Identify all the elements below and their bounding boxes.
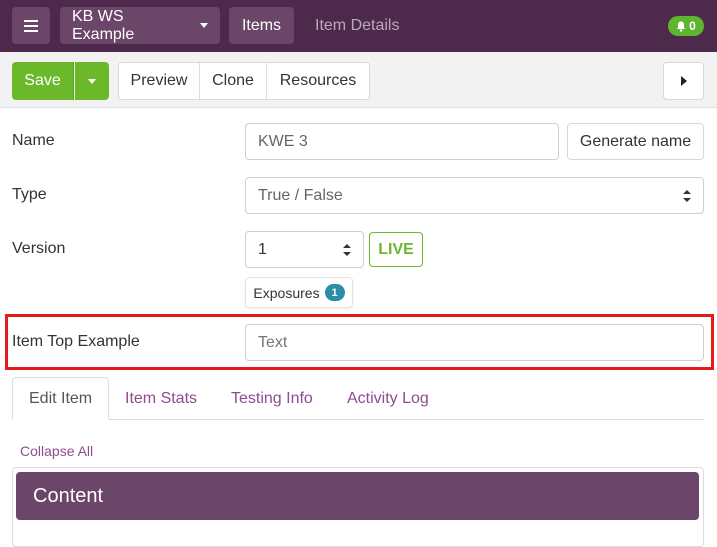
- generate-name-label: Generate name: [579, 132, 692, 150]
- items-nav-button[interactable]: Items: [229, 7, 294, 44]
- notification-count: 0: [689, 19, 696, 33]
- select-arrows-icon: [683, 189, 691, 202]
- exposures-count-badge: 1: [324, 284, 345, 301]
- name-value: KWE 3: [258, 132, 308, 150]
- save-button[interactable]: Save: [12, 62, 74, 100]
- version-select[interactable]: 1: [245, 231, 364, 268]
- resources-label: Resources: [279, 72, 357, 89]
- action-button-group: Preview Clone Resources: [118, 62, 370, 100]
- menu-button[interactable]: [12, 7, 50, 44]
- tab-bar: Edit Item Item Stats Testing Info Activi…: [12, 377, 704, 420]
- caret-right-icon: [680, 76, 687, 86]
- workspace-dropdown[interactable]: KB WS Example: [60, 7, 220, 44]
- version-value: 1: [258, 240, 267, 258]
- exposures-label: Exposures: [253, 284, 320, 301]
- type-label: Type: [12, 186, 47, 203]
- type-select[interactable]: True / False: [245, 177, 704, 214]
- top-navbar: KB WS Example Items Item Details 0: [0, 0, 717, 52]
- resources-button[interactable]: Resources: [267, 63, 369, 99]
- name-label: Name: [12, 132, 55, 149]
- item-top-label: Item Top Example: [12, 333, 140, 350]
- tab-edit-item[interactable]: Edit Item: [12, 377, 110, 420]
- tab-item-stats[interactable]: Item Stats: [125, 377, 197, 420]
- exposures-button[interactable]: Exposures 1: [245, 277, 353, 308]
- preview-button[interactable]: Preview: [119, 63, 200, 99]
- tab-activity-log[interactable]: Activity Log: [347, 377, 429, 420]
- save-options-dropdown[interactable]: [75, 62, 109, 100]
- type-value: True / False: [258, 186, 343, 204]
- clone-label: Clone: [212, 72, 254, 89]
- hamburger-icon: [24, 19, 38, 32]
- collapse-all-link[interactable]: Collapse All: [20, 443, 93, 459]
- tab-testing-info[interactable]: Testing Info: [231, 377, 313, 420]
- content-header-label: Content: [33, 484, 104, 507]
- item-top-input[interactable]: [245, 324, 704, 361]
- select-arrows-icon: [343, 243, 351, 256]
- version-label: Version: [12, 240, 66, 257]
- caret-down-icon: [200, 23, 208, 28]
- notifications-badge[interactable]: 0: [668, 16, 704, 36]
- generate-name-button[interactable]: Generate name: [567, 123, 704, 160]
- preview-label: Preview: [130, 72, 188, 89]
- items-label: Items: [241, 16, 282, 34]
- content-section-header[interactable]: Content: [16, 472, 699, 520]
- item-details-link[interactable]: Item Details: [315, 7, 399, 44]
- save-label: Save: [24, 72, 61, 89]
- workspace-label: KB WS Example: [72, 7, 135, 43]
- live-label: LIVE: [378, 240, 414, 258]
- bell-icon: [676, 21, 686, 32]
- live-status-badge: LIVE: [369, 232, 423, 267]
- name-input[interactable]: KWE 3: [245, 123, 559, 160]
- clone-button[interactable]: Clone: [200, 63, 267, 99]
- caret-down-icon: [88, 78, 96, 84]
- expand-panel-button[interactable]: [663, 62, 704, 100]
- toolbar: Save Preview Clone Resources: [0, 52, 717, 108]
